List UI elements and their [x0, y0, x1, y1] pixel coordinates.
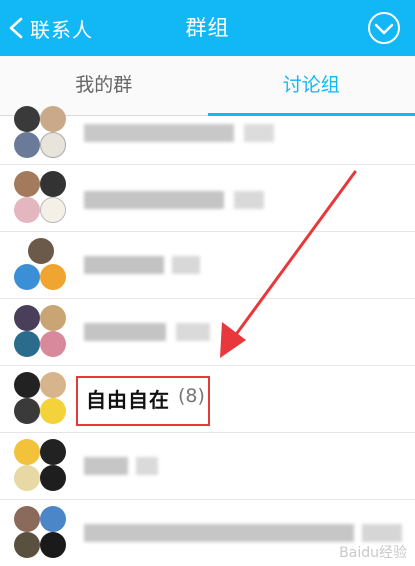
list-item[interactable]	[0, 104, 415, 165]
watermark: Baidu经验	[339, 545, 407, 561]
back-label: 联系人	[30, 17, 93, 42]
list-item[interactable]	[0, 299, 415, 366]
blurred-name	[84, 457, 158, 475]
list-item[interactable]	[0, 165, 415, 232]
blurred-name	[84, 191, 264, 209]
group-avatar	[14, 439, 68, 493]
group-avatar	[14, 372, 68, 426]
blurred-name	[84, 323, 210, 341]
blurred-name	[84, 124, 274, 142]
chevron-left-icon	[9, 17, 23, 39]
list-item[interactable]	[0, 433, 415, 500]
group-name: 自由自在	[86, 388, 170, 412]
top-bar: 联系人 群组	[0, 0, 415, 56]
member-count: (8)	[178, 385, 205, 407]
list-item-highlighted[interactable]: 自由自在 (8)	[0, 366, 415, 433]
back-button[interactable]: 联系人	[6, 0, 93, 56]
group-avatar	[14, 106, 68, 160]
group-avatar	[14, 506, 68, 560]
group-avatar	[14, 171, 68, 225]
chevron-down-circle-icon[interactable]	[367, 11, 401, 45]
group-avatar	[14, 305, 68, 359]
list-item[interactable]	[0, 232, 415, 299]
group-avatar	[14, 238, 68, 292]
blurred-name	[84, 524, 402, 542]
blurred-name	[84, 256, 200, 274]
